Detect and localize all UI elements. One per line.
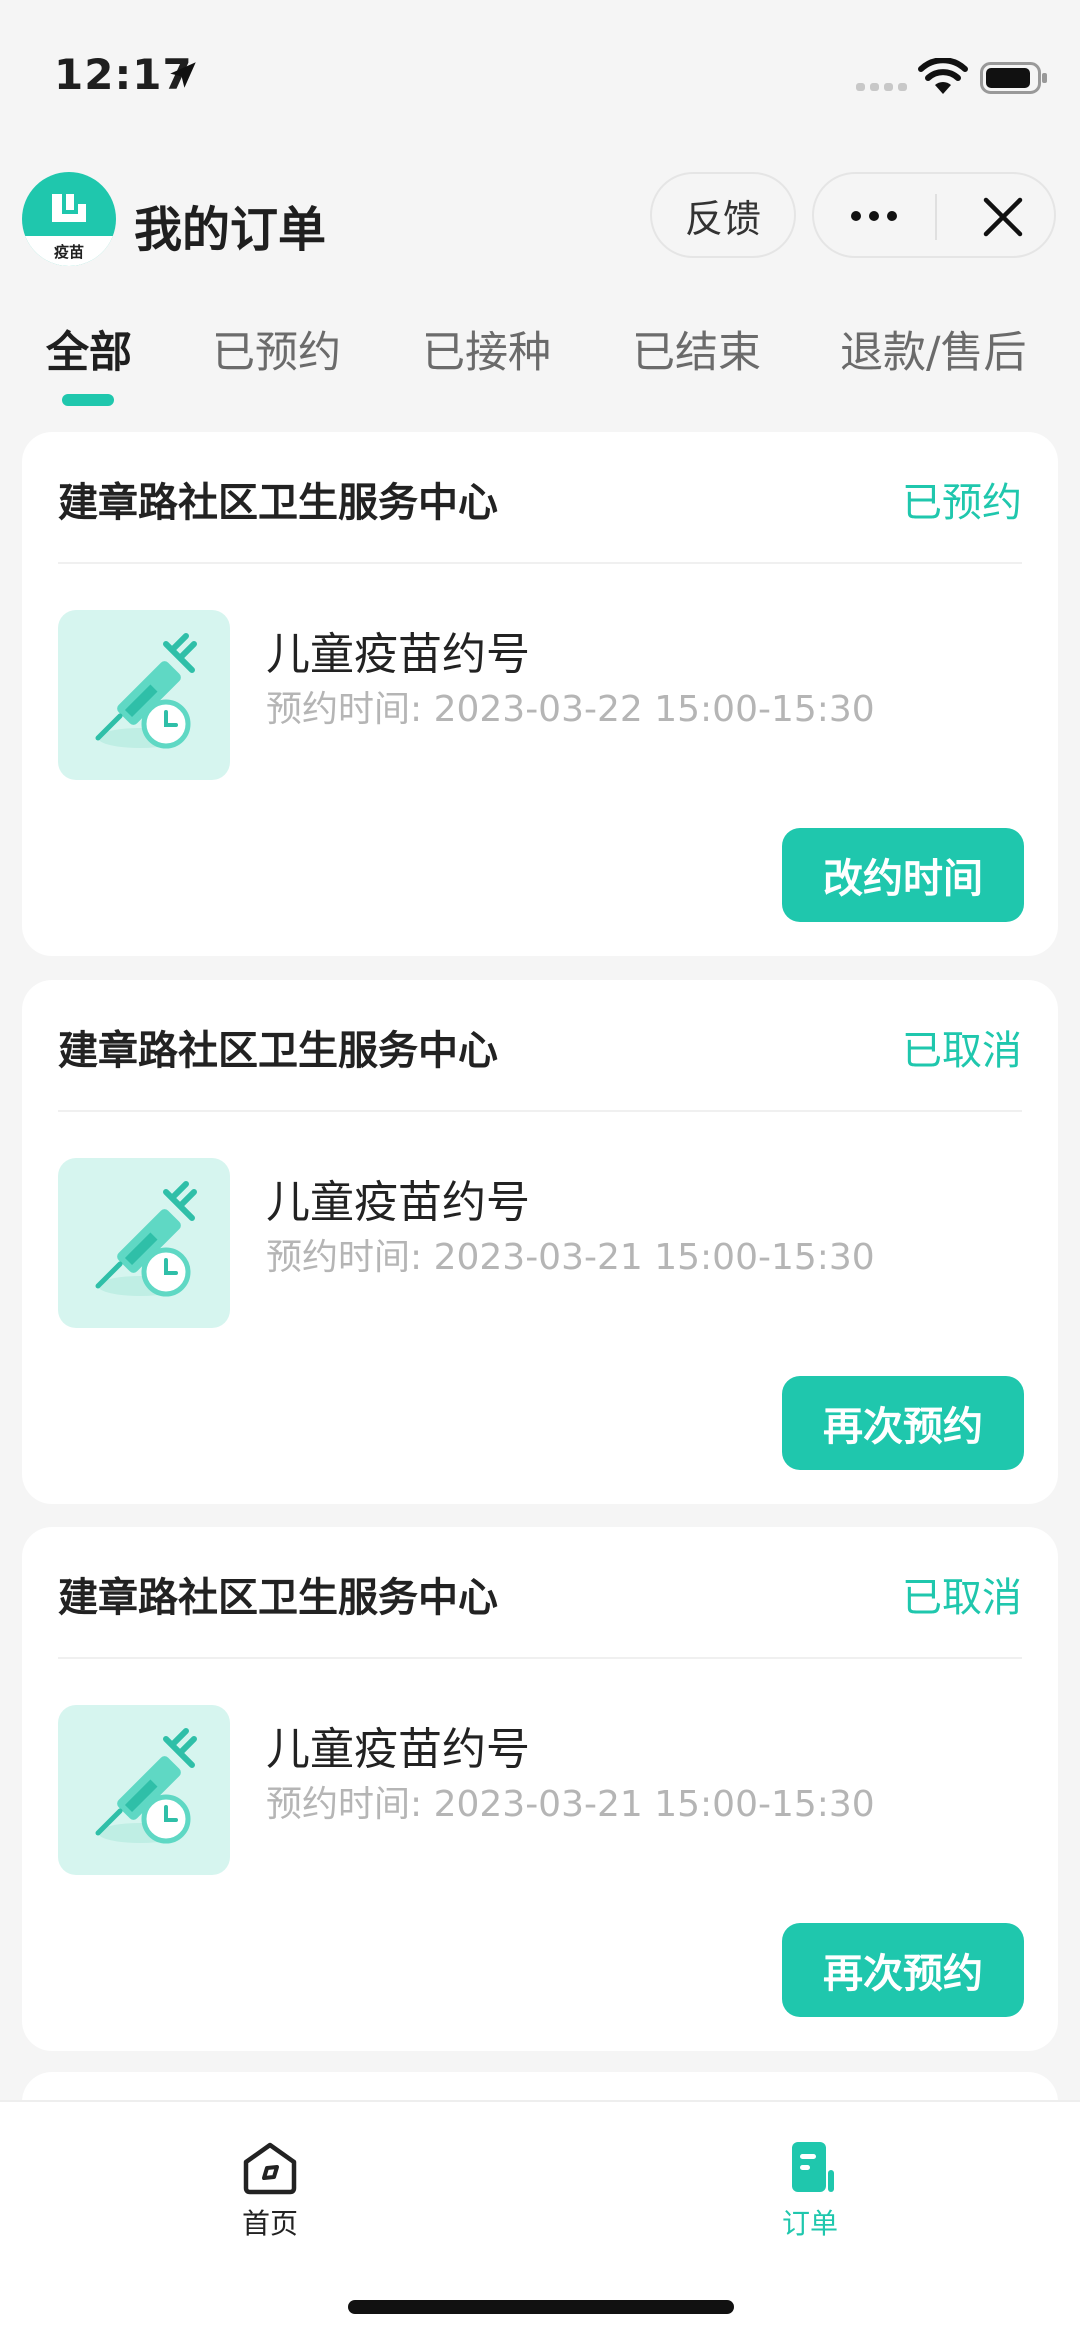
- order-appointment-time: 预约时间: 2023-03-21 15:00-15:30: [266, 1784, 875, 1825]
- tab-finished[interactable]: 已结束: [632, 318, 761, 380]
- order-org-name: 建章路社区卫生服务中心: [58, 1028, 498, 1074]
- tab-all[interactable]: 全部: [46, 318, 132, 380]
- order-card[interactable]: 建章路社区卫生服务中心 已预约 儿童疫苗约号 预约时间: 2023-03-22 …: [22, 432, 1058, 956]
- order-appointment-time: 预约时间: 2023-03-21 15:00-15:30: [266, 1237, 875, 1278]
- nav-label-orders: 订单: [781, 2207, 838, 2240]
- logo-mark-icon: [52, 194, 86, 222]
- battery-icon: [980, 62, 1047, 94]
- order-thumbnail: [58, 1705, 230, 1875]
- syringe-clock-icon: [95, 633, 197, 749]
- card-divider: [58, 562, 1022, 564]
- syringe-clock-icon: [95, 1728, 197, 1844]
- order-card[interactable]: 建章路社区卫生服务中心 已取消 儿童疫苗约号 预约时间: 2023-03-21 …: [22, 1527, 1058, 2051]
- tab-refund[interactable]: 退款/售后: [840, 318, 1027, 380]
- location-arrow-icon: [170, 62, 196, 88]
- feedback-button[interactable]: 反馈: [650, 172, 796, 258]
- order-org-name: 建章路社区卫生服务中心: [58, 1575, 498, 1621]
- more-icon[interactable]: [844, 199, 904, 233]
- cellular-signal-icon: [856, 83, 907, 91]
- order-org-name: 建章路社区卫生服务中心: [58, 480, 498, 526]
- page-title: 我的订单: [134, 202, 327, 258]
- wifi-icon: [918, 58, 968, 94]
- order-appointment-time: 预约时间: 2023-03-22 15:00-15:30: [266, 689, 875, 730]
- order-status: 已取消: [902, 1028, 1022, 1074]
- miniprogram-capsule: [812, 172, 1056, 258]
- rebook-button[interactable]: 再次预约: [782, 1923, 1024, 2017]
- tab-booked[interactable]: 已预约: [212, 318, 341, 380]
- rebook-button[interactable]: 再次预约: [782, 1376, 1024, 1470]
- home-icon: [243, 2142, 297, 2195]
- app-logo: 疫苗: [22, 172, 116, 266]
- order-tabs: 全部 已预约 已接种 已结束 退款/售后: [0, 318, 1080, 408]
- nav-label-home: 首页: [241, 2207, 298, 2240]
- header: 疫苗 我的订单 反馈: [0, 160, 1080, 280]
- order-status: 已取消: [902, 1575, 1022, 1621]
- status-bar: 12:17: [0, 0, 1080, 150]
- reschedule-button[interactable]: 改约时间: [782, 828, 1024, 922]
- close-icon[interactable]: [982, 196, 1024, 238]
- order-thumbnail: [58, 1158, 230, 1328]
- order-item-name: 儿童疫苗约号: [266, 629, 530, 680]
- nav-item-orders[interactable]: 订单: [740, 2140, 880, 2242]
- order-icon: [792, 2142, 834, 2192]
- card-divider: [58, 1657, 1022, 1659]
- logo-text: 疫苗: [53, 243, 84, 261]
- nav-item-home[interactable]: 首页: [200, 2140, 340, 2242]
- order-item-name: 儿童疫苗约号: [266, 1724, 530, 1775]
- tab-active-indicator: [62, 394, 114, 406]
- syringe-clock-icon: [95, 1181, 197, 1297]
- order-thumbnail: [58, 610, 230, 780]
- order-item-name: 儿童疫苗约号: [266, 1177, 530, 1228]
- tab-vaccinated[interactable]: 已接种: [422, 318, 551, 380]
- order-card[interactable]: 建章路社区卫生服务中心 已取消 儿童疫苗约号 预约时间: 2023-03-21 …: [22, 980, 1058, 1504]
- home-indicator: [348, 2300, 734, 2314]
- capsule-divider: [935, 194, 937, 240]
- order-status: 已预约: [902, 480, 1022, 526]
- screen: 12:17 疫苗 我的订单 反馈 全部 已预约 已接种 已结束 退款/售后 建章…: [0, 0, 1080, 2339]
- card-divider: [58, 1110, 1022, 1112]
